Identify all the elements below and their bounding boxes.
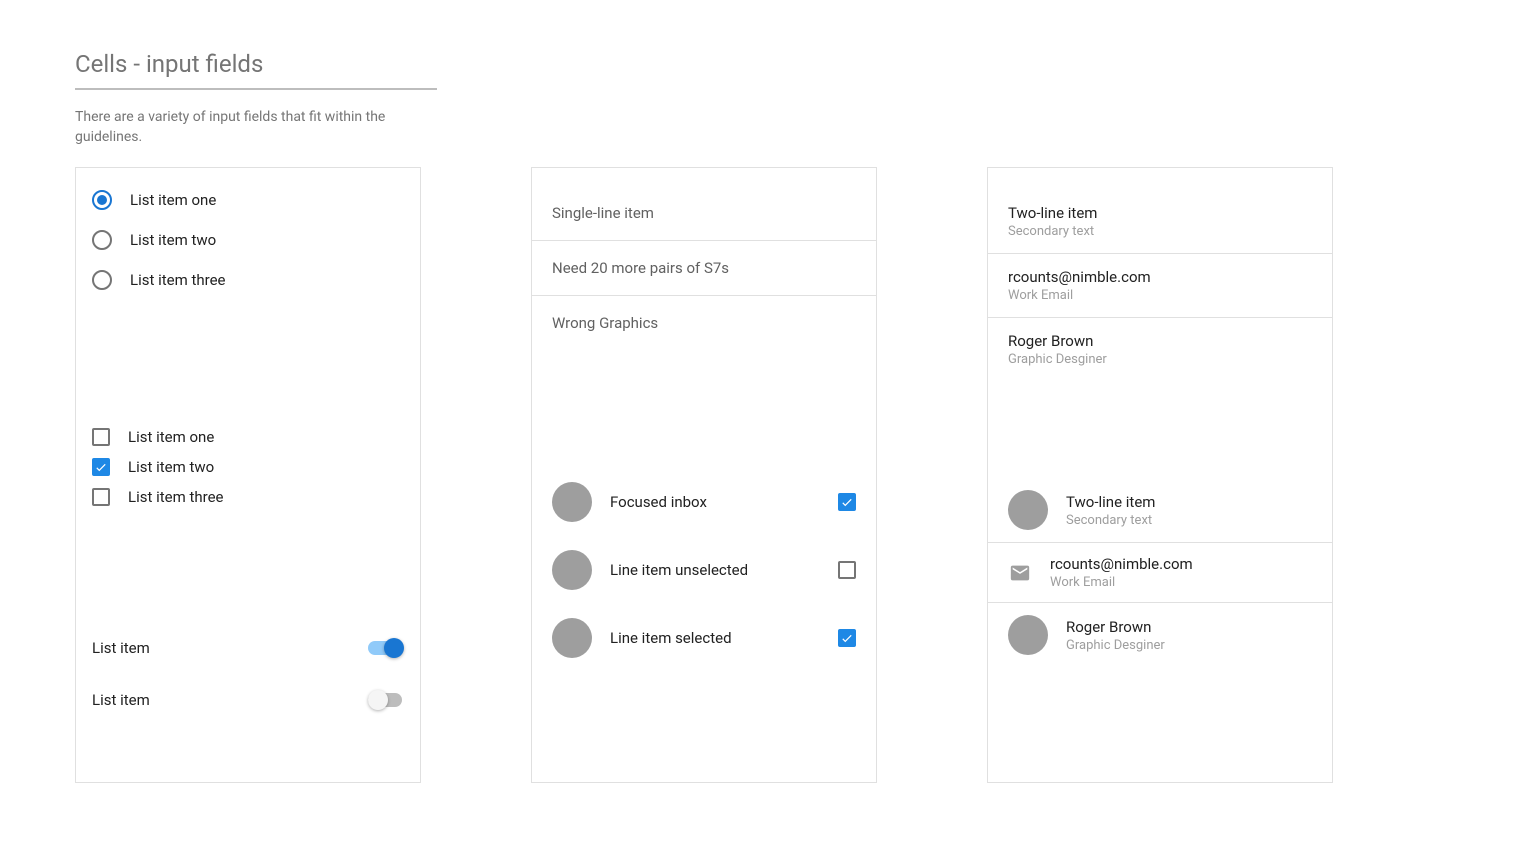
card-two-line: Two-line item Secondary text rcounts@nim… (987, 167, 1333, 783)
radio-icon[interactable] (92, 230, 112, 250)
radio-label: List item two (130, 231, 216, 249)
primary-text: rcounts@nimble.com (1050, 555, 1193, 573)
page-title: Cells - input fields (75, 50, 437, 90)
list-item-label: Line item unselected (610, 561, 820, 579)
checkbox-item[interactable]: List item three (76, 482, 420, 512)
checkbox-icon[interactable] (838, 493, 856, 511)
list-item[interactable]: Single-line item (532, 168, 876, 240)
check-icon (840, 495, 854, 509)
radio-item[interactable]: List item one (76, 180, 420, 220)
checkbox-label: List item two (128, 458, 214, 476)
secondary-text: Work Email (1008, 288, 1312, 303)
primary-text: Two-line item (1066, 493, 1155, 511)
page-description: There are a variety of input fields that… (75, 108, 415, 147)
switch-item[interactable]: List item (76, 622, 420, 674)
two-line-item[interactable]: Roger Brown Graphic Desginer (988, 317, 1332, 381)
primary-text: Roger Brown (1066, 618, 1165, 636)
radio-item[interactable]: List item two (76, 220, 420, 260)
checkbox-icon[interactable] (92, 428, 110, 446)
switch-label: List item (92, 639, 150, 657)
switch-toggle[interactable] (368, 690, 404, 710)
switch-item[interactable]: List item (76, 674, 420, 726)
two-line-icon-item[interactable]: rcounts@nimble.com Work Email (988, 542, 1332, 602)
avatar-list-item[interactable]: Line item unselected (532, 536, 876, 604)
avatar-list-item[interactable]: Line item selected (532, 604, 876, 672)
list-item[interactable]: Need 20 more pairs of S7s (532, 240, 876, 295)
avatar-icon (1008, 490, 1048, 530)
switch-label: List item (92, 691, 150, 709)
avatar-list-item[interactable]: Focused inbox (532, 468, 876, 536)
radio-item[interactable]: List item three (76, 260, 420, 300)
primary-text: Roger Brown (1008, 332, 1312, 350)
checkbox-label: List item one (128, 428, 214, 446)
two-line-item[interactable]: Two-line item Secondary text (988, 168, 1332, 253)
avatar-icon (552, 550, 592, 590)
check-icon (840, 631, 854, 645)
avatar-icon (1008, 615, 1048, 655)
checkbox-icon[interactable] (838, 629, 856, 647)
radio-icon[interactable] (92, 190, 112, 210)
list-item[interactable]: Wrong Graphics (532, 295, 876, 350)
checkbox-label: List item three (128, 488, 224, 506)
card-input-controls: List item one List item two List item th… (75, 167, 421, 783)
switch-toggle[interactable] (368, 638, 404, 658)
checkbox-icon[interactable] (92, 458, 110, 476)
checkbox-item[interactable]: List item one (76, 422, 420, 452)
avatar-icon (552, 618, 592, 658)
secondary-text: Graphic Desginer (1066, 638, 1165, 653)
check-icon (94, 460, 108, 474)
checkbox-item[interactable]: List item two (76, 452, 420, 482)
radio-icon[interactable] (92, 270, 112, 290)
list-item-label: Focused inbox (610, 493, 820, 511)
primary-text: rcounts@nimble.com (1008, 268, 1312, 286)
secondary-text: Work Email (1050, 575, 1193, 590)
two-line-icon-item[interactable]: Roger Brown Graphic Desginer (988, 602, 1332, 667)
radio-group: List item one List item two List item th… (76, 168, 420, 300)
secondary-text: Graphic Desginer (1008, 352, 1312, 367)
list-item-label: Line item selected (610, 629, 820, 647)
mail-icon (1008, 561, 1032, 585)
two-line-icon-item[interactable]: Two-line item Secondary text (988, 478, 1332, 542)
secondary-text: Secondary text (1008, 224, 1312, 239)
secondary-text: Secondary text (1066, 513, 1155, 528)
checkbox-group: List item one List item two List item th… (76, 410, 420, 512)
two-line-item[interactable]: rcounts@nimble.com Work Email (988, 253, 1332, 317)
switch-group: List item List item (76, 622, 420, 726)
checkbox-icon[interactable] (838, 561, 856, 579)
avatar-icon (552, 482, 592, 522)
card-single-line: Single-line item Need 20 more pairs of S… (531, 167, 877, 783)
radio-label: List item one (130, 191, 216, 209)
checkbox-icon[interactable] (92, 488, 110, 506)
primary-text: Two-line item (1008, 204, 1312, 222)
radio-label: List item three (130, 271, 226, 289)
